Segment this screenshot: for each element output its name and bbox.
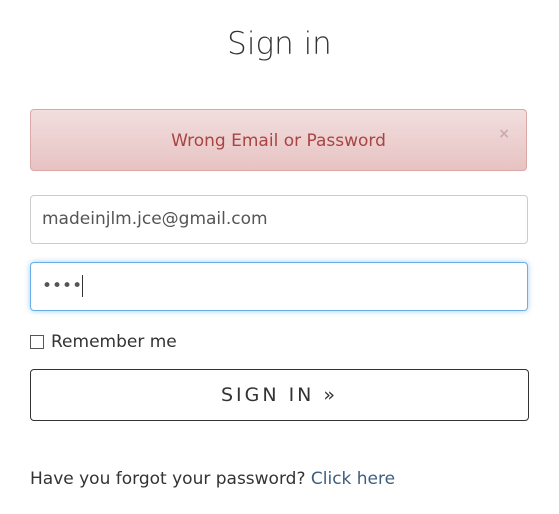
- text-caret: [82, 275, 84, 297]
- email-field[interactable]: madeinjlm.jce@gmail.com: [30, 195, 528, 244]
- forgot-password: Have you forgot your password? Click her…: [30, 469, 395, 489]
- forgot-text: Have you forgot your password?: [30, 469, 306, 489]
- page-title: Sign in: [227, 26, 332, 62]
- forgot-link[interactable]: Click here: [311, 469, 395, 489]
- remember-me[interactable]: Remember me: [30, 332, 177, 352]
- password-value: ••••: [42, 276, 83, 296]
- error-alert: Wrong Email or Password ×: [30, 109, 527, 171]
- sign-in-button[interactable]: SIGN IN »: [30, 369, 529, 421]
- remember-label: Remember me: [51, 332, 177, 352]
- close-icon[interactable]: ×: [498, 126, 510, 142]
- password-field[interactable]: ••••: [30, 262, 528, 311]
- remember-checkbox[interactable]: [30, 335, 44, 349]
- email-value: madeinjlm.jce@gmail.com: [42, 209, 268, 229]
- alert-message: Wrong Email or Password: [171, 131, 386, 151]
